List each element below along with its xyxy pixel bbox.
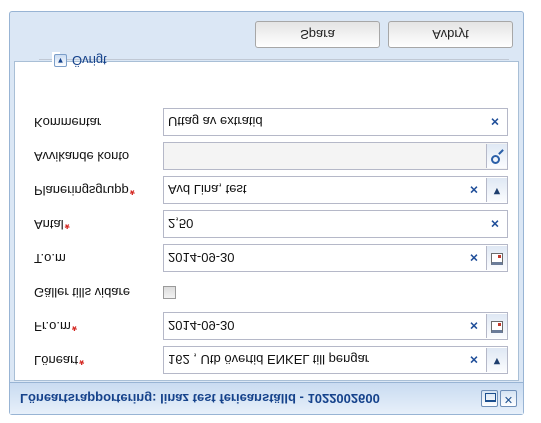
form-row-avvikande-konto: Avvikande konto [15,142,520,170]
planeringsgrupp-combo[interactable]: Avd Lina, test × ▼ [163,176,508,204]
clear-icon[interactable]: × [488,216,502,232]
maximize-icon[interactable] [481,390,498,407]
clear-icon[interactable]: × [467,182,481,198]
form-row-kommentar: Kommentar Uttag av extratid × [15,108,520,136]
clear-icon[interactable]: × [467,352,481,368]
antal-field[interactable]: 2,50 × [163,210,508,238]
fieldset-legend: ▼ Övrigt [52,52,107,68]
form-row-from-date: Fr.o.m* 2014-09-30 × [15,312,520,340]
search-trigger[interactable] [486,144,507,168]
clear-icon[interactable]: × [488,114,502,130]
calendar-icon [491,253,503,265]
from-date-label: Fr.o.m* [34,319,77,334]
kommentar-field[interactable]: Uttag av extratid × [163,108,508,136]
avvikande-konto-field[interactable] [163,142,508,170]
collapse-toggle-icon[interactable]: ▼ [54,54,67,67]
fieldset-ovrigt: ▼ Övrigt [39,52,509,68]
dialog-window: Löneartsrapportering: linaz test feriean… [9,11,524,415]
valid-until-further-checkbox[interactable] [163,286,176,299]
avvikande-konto-label: Avvikande konto [34,149,130,164]
antal-value: 2,50 [168,216,194,231]
antal-label: Antal* [34,217,70,232]
search-icon [491,155,500,164]
fieldset-divider [39,59,509,60]
date-picker-trigger[interactable] [486,246,507,270]
form-panel: Löneart* 162 , Utb övertid ENKEL till pe… [14,52,520,381]
form-row-loneart: Löneart* 162 , Utb övertid ENKEL till pe… [15,346,520,374]
kommentar-label: Kommentar [34,115,102,130]
close-icon[interactable]: ✕ [500,390,517,407]
form-row-to-date: T.o.m 2014-09-30 × [15,244,520,272]
save-button[interactable]: Spara [255,21,380,48]
clear-icon[interactable]: × [467,318,481,334]
kommentar-value: Uttag av extratid [168,114,263,129]
dialog-title: Löneartsrapportering: linaz test feriean… [20,391,380,406]
date-picker-trigger[interactable] [486,314,507,338]
form-row-planeringsgrupp: Planeringsgrupp* Avd Lina, test × ▼ [15,176,520,204]
clear-icon[interactable]: × [467,250,481,266]
to-date-field[interactable]: 2014-09-30 × [163,244,508,272]
dialog-stage: Löneartsrapportering: linaz test feriean… [0,0,541,423]
fieldset-label: Övrigt [72,53,107,68]
dropdown-trigger[interactable]: ▼ [486,348,507,372]
planeringsgrupp-label: Planeringsgrupp* [34,183,135,198]
to-date-label: T.o.m [34,251,66,266]
chevron-down-icon: ▼ [491,185,503,197]
from-date-field[interactable]: 2014-09-30 × [163,312,508,340]
chevron-down-icon: ▼ [491,355,503,367]
loneart-combo[interactable]: 162 , Utb övertid ENKEL till pengar × ▼ [163,346,508,374]
form-row-antal: Antal* 2,50 × [15,210,520,238]
loneart-value: 162 , Utb övertid ENKEL till pengar [168,352,370,367]
dropdown-trigger[interactable]: ▼ [486,178,507,202]
valid-until-further-label: Gäller tills vidare [34,285,131,300]
cancel-button[interactable]: Avbryt [388,21,513,48]
calendar-icon [491,321,503,333]
planeringsgrupp-value: Avd Lina, test [168,182,247,197]
dialog-titlebar[interactable]: Löneartsrapportering: linaz test feriean… [10,382,523,414]
form-row-valid-until-further: Gäller tills vidare [15,278,520,306]
to-date-value: 2014-09-30 [168,250,235,265]
from-date-value: 2014-09-30 [168,318,235,333]
loneart-label: Löneart* [34,353,85,368]
